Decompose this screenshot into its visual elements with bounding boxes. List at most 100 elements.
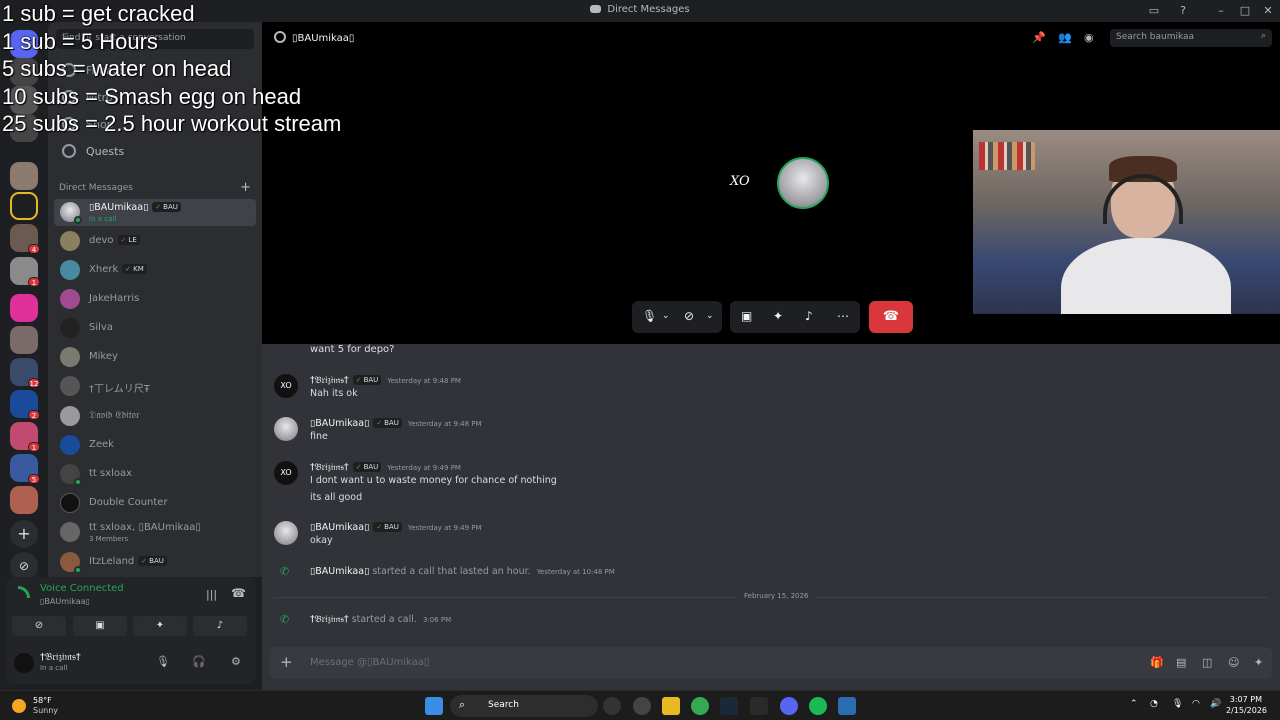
inbox-icon[interactable]: ▭: [1146, 3, 1162, 19]
apps-icon[interactable]: ✦: [1254, 656, 1263, 669]
message-composer[interactable]: + Message @▯BAUmikaa▯ 🎁 ▤ ◫ ☺ ✦: [270, 647, 1272, 679]
file-explorer-icon[interactable]: [662, 697, 680, 715]
server-icon[interactable]: 1: [10, 422, 40, 452]
dm-item[interactable]: Zeek: [54, 432, 256, 459]
windows-taskbar: 58°F Sunny ⌕ Search ⌃ ◔ 🎙 ◠ 🔊 3:07 PM 2/15…: [0, 690, 1280, 720]
server-tag: ✓ BAU: [352, 375, 382, 385]
dm-item[interactable]: Mikey: [54, 344, 256, 371]
dm-item[interactable]: tt sxloax: [54, 461, 256, 488]
headphones-icon[interactable]: 🎧: [192, 655, 206, 668]
dm-item[interactable]: JakeHarris: [54, 286, 256, 313]
status-indicator: [74, 566, 82, 574]
phone-icon: ✆: [280, 565, 290, 578]
nav-quests[interactable]: Quests: [56, 139, 254, 165]
emoji-icon[interactable]: ☺: [1228, 656, 1239, 669]
activities-button[interactable]: ✦: [133, 616, 187, 636]
add-server-icon[interactable]: +: [10, 520, 38, 548]
dm-item[interactable]: Silva: [54, 315, 256, 342]
camera-off-icon[interactable]: ⊘: [684, 309, 694, 323]
call-controls: ▣ ✦ ♪ ⋯: [730, 301, 860, 333]
server-tag: ✓ BAU: [373, 522, 402, 532]
server-icon[interactable]: 2: [10, 390, 40, 420]
start-button[interactable]: [425, 697, 443, 715]
quests-icon: [62, 144, 76, 158]
disconnect-icon[interactable]: ☎: [231, 586, 246, 600]
volume-icon[interactable]: 🔊: [1210, 699, 1221, 709]
epic-games-icon[interactable]: [750, 697, 768, 715]
attach-icon[interactable]: +: [280, 653, 293, 671]
microphone-icon[interactable]: 🎙: [156, 655, 170, 668]
gif-icon[interactable]: ▤: [1176, 656, 1186, 669]
more-icon[interactable]: ⋯: [837, 309, 849, 323]
discover-icon[interactable]: ⊘: [10, 552, 38, 580]
avatar: [60, 522, 80, 542]
app-icon[interactable]: [633, 697, 651, 715]
sticker-icon[interactable]: ◫: [1202, 656, 1212, 669]
server-icon[interactable]: 5: [10, 454, 40, 484]
maximize-button[interactable]: □: [1237, 3, 1253, 19]
pin-icon[interactable]: 📌: [1032, 31, 1046, 44]
steam-icon[interactable]: [720, 697, 738, 715]
server-icon[interactable]: 1: [10, 257, 40, 287]
dm-item[interactable]: †丅レムリ尺Ŧ: [54, 373, 256, 400]
server-icon[interactable]: [10, 326, 38, 354]
screen-share-button[interactable]: ▣: [73, 616, 127, 636]
screen-share-icon[interactable]: ▣: [741, 309, 752, 323]
microphone-icon[interactable]: 🎙: [642, 309, 657, 323]
avatar[interactable]: [14, 653, 34, 673]
chevron-up-icon[interactable]: ⌃: [1130, 699, 1138, 709]
leaf-icon: ✓: [155, 203, 162, 211]
end-call-button[interactable]: ☎: [869, 301, 913, 333]
dm-item[interactable]: 𝔇𝔞𝔳𝔦𝔡 𝔈𝔡𝔦𝔱𝔬𝔯: [54, 403, 256, 430]
noise-suppression-icon[interactable]: |||: [206, 588, 217, 601]
avatar[interactable]: XO: [274, 374, 298, 398]
dm-item[interactable]: ItzLeland ✓ BAU: [54, 549, 256, 576]
soundboard-button[interactable]: ♪: [193, 616, 247, 636]
message-input[interactable]: Message @▯BAUmikaa▯: [310, 657, 429, 668]
gift-icon[interactable]: 🎁: [1150, 656, 1164, 669]
server-icon[interactable]: [10, 162, 38, 190]
camera-toggle-button[interactable]: ⊘: [12, 616, 66, 636]
new-dm-icon[interactable]: +: [240, 180, 251, 195]
chrome-icon[interactable]: [691, 697, 709, 715]
wifi-icon[interactable]: ◠: [1192, 699, 1200, 709]
leaf-icon: ✓: [376, 419, 383, 427]
search-input[interactable]: Search baumikaa ⌕: [1110, 29, 1272, 47]
server-icon[interactable]: [10, 486, 38, 514]
participant-avatar-text[interactable]: XO: [730, 174, 750, 189]
dm-item[interactable]: tt sxloax, ▯BAUmikaa▯ 3 Members: [54, 519, 256, 546]
help-icon[interactable]: ?: [1175, 3, 1191, 19]
chevron-down-icon[interactable]: ⌄: [706, 311, 714, 321]
soundboard-icon[interactable]: ♪: [805, 309, 813, 323]
avatar[interactable]: XO: [274, 461, 298, 485]
taskbar-search[interactable]: ⌕ Search: [450, 695, 598, 717]
microphone-icon[interactable]: 🎙: [1172, 699, 1183, 709]
avatar[interactable]: [274, 521, 298, 545]
server-icon[interactable]: 12: [10, 358, 40, 388]
tray-app-icon[interactable]: ◔: [1150, 699, 1158, 709]
mic-controls: 🎙 ⌄ ⊘ ⌄: [632, 301, 722, 333]
app-icon[interactable]: [603, 697, 621, 715]
minimize-button[interactable]: –: [1213, 3, 1229, 19]
dm-item[interactable]: devo ✓ LE: [54, 228, 256, 255]
server-icon[interactable]: [10, 294, 38, 322]
avatar[interactable]: [274, 417, 298, 441]
activities-icon[interactable]: ✦: [773, 309, 783, 323]
dm-item[interactable]: Double Counter: [54, 490, 256, 517]
add-friends-icon[interactable]: 👥: [1058, 31, 1072, 44]
notepad-icon[interactable]: [838, 697, 856, 715]
profile-icon[interactable]: ◉: [1084, 31, 1094, 44]
chevron-down-icon[interactable]: ⌄: [662, 311, 670, 321]
status-indicator: [74, 216, 82, 224]
dm-item[interactable]: Xherk ✓ KM: [54, 257, 256, 284]
dm-item[interactable]: ▯BAUmikaa▯ ✓ BAU In a call: [54, 199, 256, 226]
gear-icon[interactable]: ⚙: [231, 655, 241, 668]
webcam-feed: [973, 130, 1280, 314]
discord-icon[interactable]: [780, 697, 798, 715]
participant-avatar[interactable]: [777, 157, 829, 209]
close-button[interactable]: ✕: [1260, 3, 1276, 19]
spotify-icon[interactable]: [809, 697, 827, 715]
clock[interactable]: 3:07 PM 2/15/2026: [1226, 694, 1267, 716]
server-icon[interactable]: 4: [10, 224, 40, 254]
server-icon[interactable]: [10, 192, 38, 220]
